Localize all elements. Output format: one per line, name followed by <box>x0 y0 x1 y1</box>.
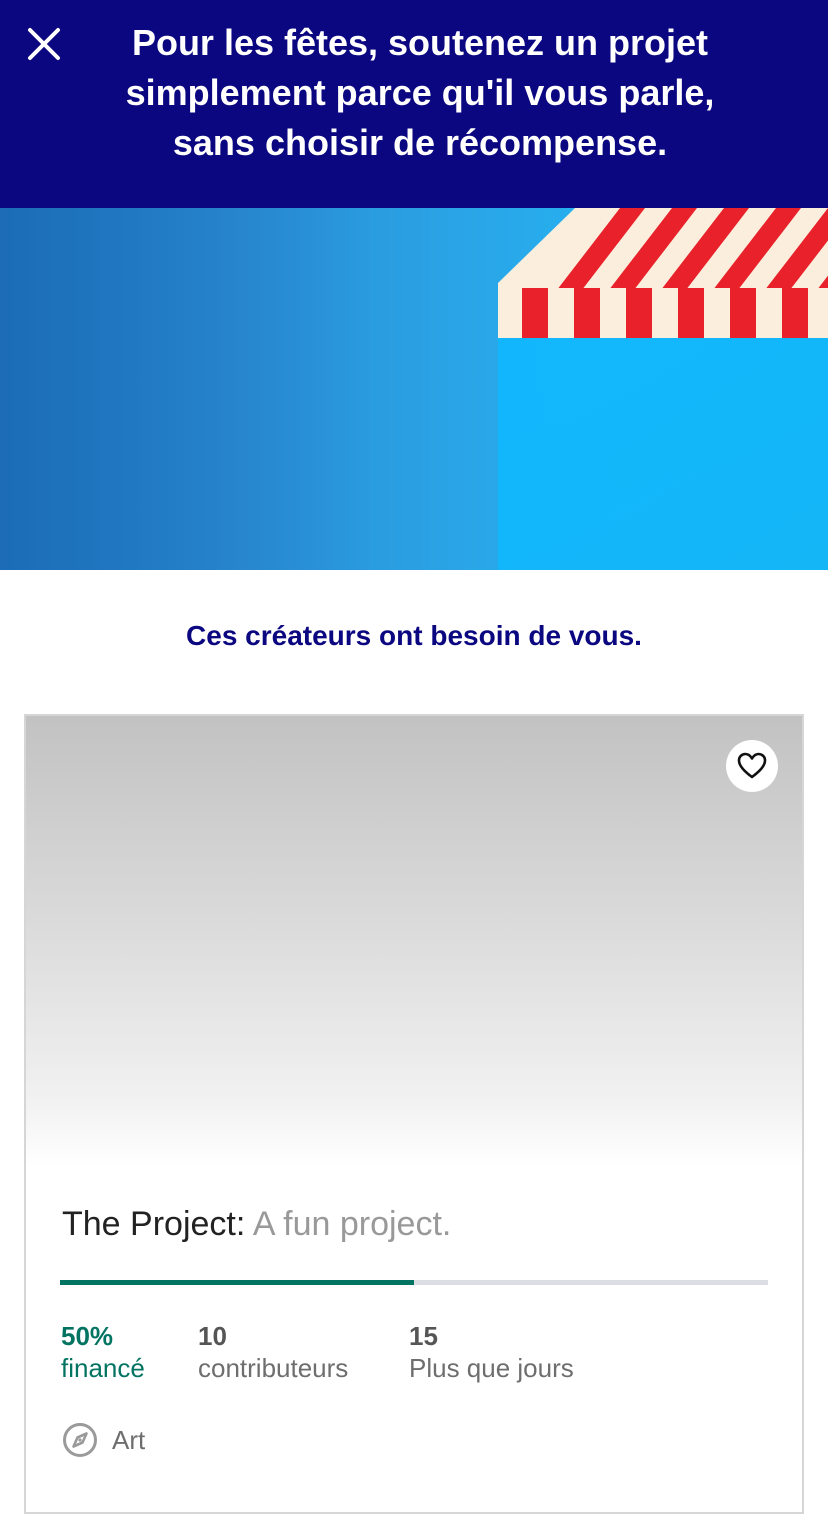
stat-days-left: 15 Plus que jours <box>409 1320 574 1384</box>
category-label: Art <box>112 1424 146 1455</box>
promo-banner: Pour les fêtes, soutenez un projet simpl… <box>0 0 828 208</box>
close-button[interactable] <box>22 22 66 66</box>
project-title[interactable]: The Project: A fun project. <box>62 1202 451 1246</box>
stat-funded: 50% financé <box>61 1320 145 1384</box>
heart-icon <box>737 752 767 779</box>
funded-percent: 50% <box>61 1321 114 1351</box>
close-icon <box>28 28 60 60</box>
favorite-button[interactable] <box>726 740 778 792</box>
hero-illustration <box>0 208 828 570</box>
funding-progress-bar <box>60 1280 768 1285</box>
funded-label: financé <box>61 1353 145 1383</box>
stat-backers: 10 contributeurs <box>198 1320 348 1384</box>
days-label: Plus que jours <box>409 1353 574 1383</box>
section-subtitle: Ces créateurs ont besoin de vous. <box>186 620 642 651</box>
project-card[interactable]: The Project: A fun project. 50% financé … <box>24 714 804 1514</box>
backers-label: contributeurs <box>198 1353 349 1383</box>
backers-count: 10 <box>198 1321 227 1351</box>
project-image[interactable] <box>26 716 802 1166</box>
compass-icon <box>63 1423 97 1457</box>
project-name: The Project: <box>62 1205 246 1243</box>
project-blurb: A fun project. <box>252 1205 452 1243</box>
promo-message: Pour les fêtes, soutenez un projet simpl… <box>125 22 715 163</box>
days-count: 15 <box>409 1321 438 1351</box>
category-tag[interactable]: Art <box>62 1420 145 1460</box>
funding-progress-fill <box>60 1280 414 1285</box>
